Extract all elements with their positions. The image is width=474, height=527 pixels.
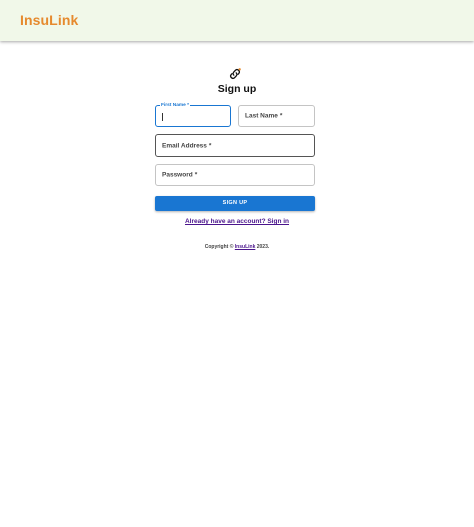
brand-logo-text[interactable]: InsuLink	[20, 12, 78, 28]
sign-up-button[interactable]: SIGN UP	[155, 196, 315, 211]
link-icon	[230, 68, 241, 79]
text-cursor	[162, 113, 163, 121]
email-field[interactable]: Email Address *	[155, 134, 315, 157]
password-label: Password *	[162, 171, 198, 179]
last-name-field[interactable]: Last Name *	[238, 105, 315, 127]
app-bar: InsuLink	[0, 0, 474, 41]
email-label: Email Address *	[162, 142, 212, 149]
copyright-brand-link[interactable]: InsuLink	[235, 244, 256, 250]
copyright-text: Copyright © InsuLink 2023.	[204, 244, 270, 250]
sign-in-link[interactable]: Already have an account? Sign in	[0, 218, 474, 225]
page-title: Sign up	[217, 83, 257, 95]
last-name-label: Last Name *	[245, 112, 283, 120]
first-name-label: First Name *	[160, 102, 191, 109]
password-field[interactable]: Password *	[155, 164, 315, 186]
first-name-field[interactable]: First Name *	[155, 102, 231, 127]
